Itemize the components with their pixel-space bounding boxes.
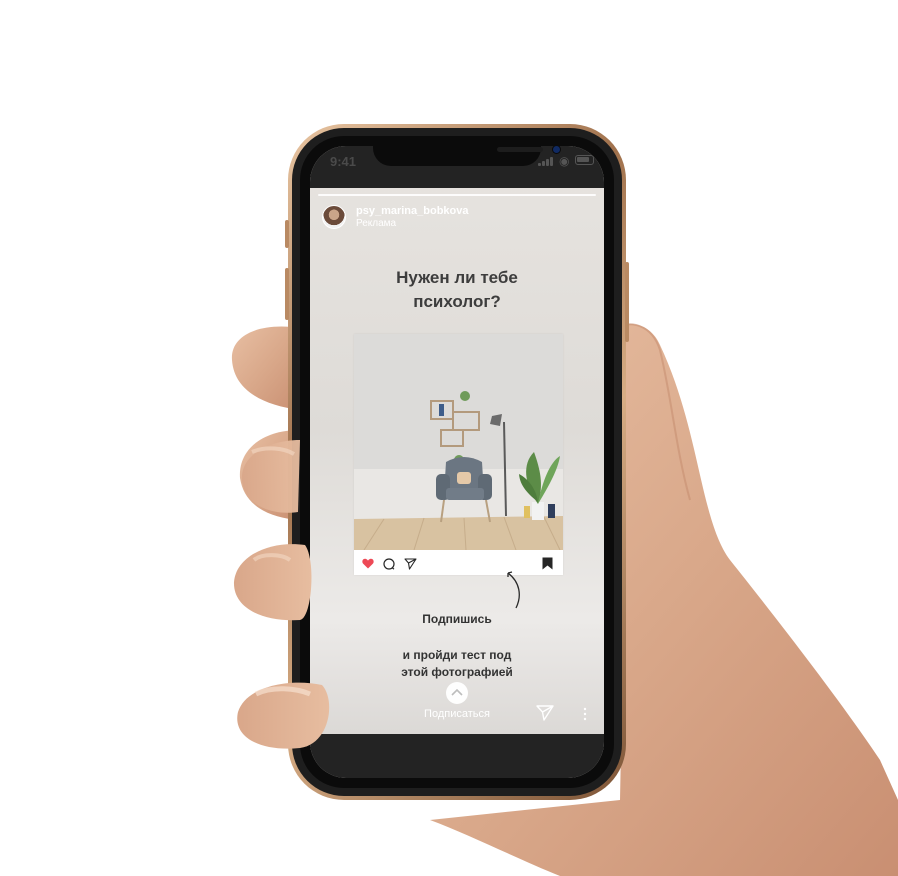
front-fingers <box>233 440 330 749</box>
phone-in-hand-scene: 9:41 ◉ psy_marina_bobkova Реклама Нужен … <box>0 0 898 876</box>
